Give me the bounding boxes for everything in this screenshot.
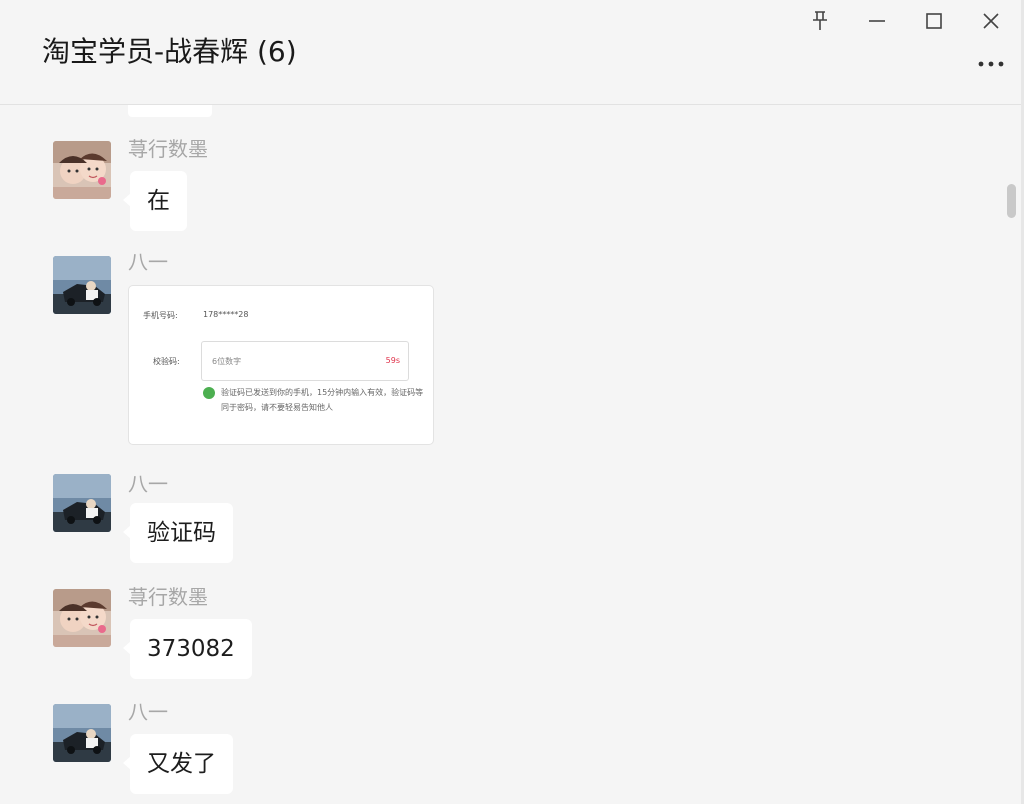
title-bar: 淘宝学员-战春辉 (6) xyxy=(0,0,1024,105)
more-options-button[interactable] xyxy=(976,52,1006,76)
sender-name: 荨行数墨 xyxy=(128,585,208,609)
message-bubble[interactable]: 373082 xyxy=(123,619,252,679)
sender-name: 八一 xyxy=(128,250,168,274)
code-placeholder: 6位数字 xyxy=(212,357,242,366)
phone-value: 178*****28 xyxy=(203,310,249,319)
chat-title: 淘宝学员-战春辉 (6) xyxy=(42,35,297,68)
countdown-text: 59s xyxy=(385,356,400,365)
close-icon xyxy=(983,13,999,29)
avatar-car[interactable] xyxy=(53,474,111,532)
maximize-button[interactable] xyxy=(914,6,954,36)
pin-icon xyxy=(813,11,827,30)
minimize-button[interactable] xyxy=(857,6,897,36)
avatar-car[interactable] xyxy=(53,704,111,762)
avatar-car[interactable] xyxy=(53,256,111,314)
verification-note: 验证码已发送到你的手机，15分钟内输入有效，验证码等同于密码，请不要轻易告知他人 xyxy=(221,388,424,412)
message-bubble[interactable]: 验证码 xyxy=(123,503,233,563)
scrollbar-thumb[interactable] xyxy=(1007,184,1016,218)
check-icon xyxy=(203,387,215,399)
sender-name: 荨行数墨 xyxy=(128,137,208,161)
code-label: 校验码: xyxy=(153,357,180,366)
avatar-girls[interactable] xyxy=(53,589,111,647)
close-button[interactable] xyxy=(971,6,1011,36)
message-list[interactable]: 荨行数墨 在 八一 手机号码: 178*****28 校验码: 6位数字 59s xyxy=(0,105,1000,804)
sender-name: 八一 xyxy=(128,700,168,724)
code-input-box: 6位数字 59s xyxy=(201,341,409,381)
verification-screenshot[interactable]: 手机号码: 178*****28 校验码: 6位数字 59s 验证码已发送到你的… xyxy=(128,285,434,445)
previous-message-bubble xyxy=(128,105,212,117)
message-bubble[interactable]: 又发了 xyxy=(123,734,233,794)
sender-name: 八一 xyxy=(128,472,168,496)
more-dots-icon xyxy=(978,61,1004,67)
phone-label: 手机号码: xyxy=(143,311,178,320)
avatar-girls[interactable] xyxy=(53,141,111,199)
minimize-icon xyxy=(869,20,885,22)
maximize-icon xyxy=(926,13,942,29)
message-bubble[interactable]: 在 xyxy=(123,171,187,231)
pin-button[interactable] xyxy=(800,6,840,36)
